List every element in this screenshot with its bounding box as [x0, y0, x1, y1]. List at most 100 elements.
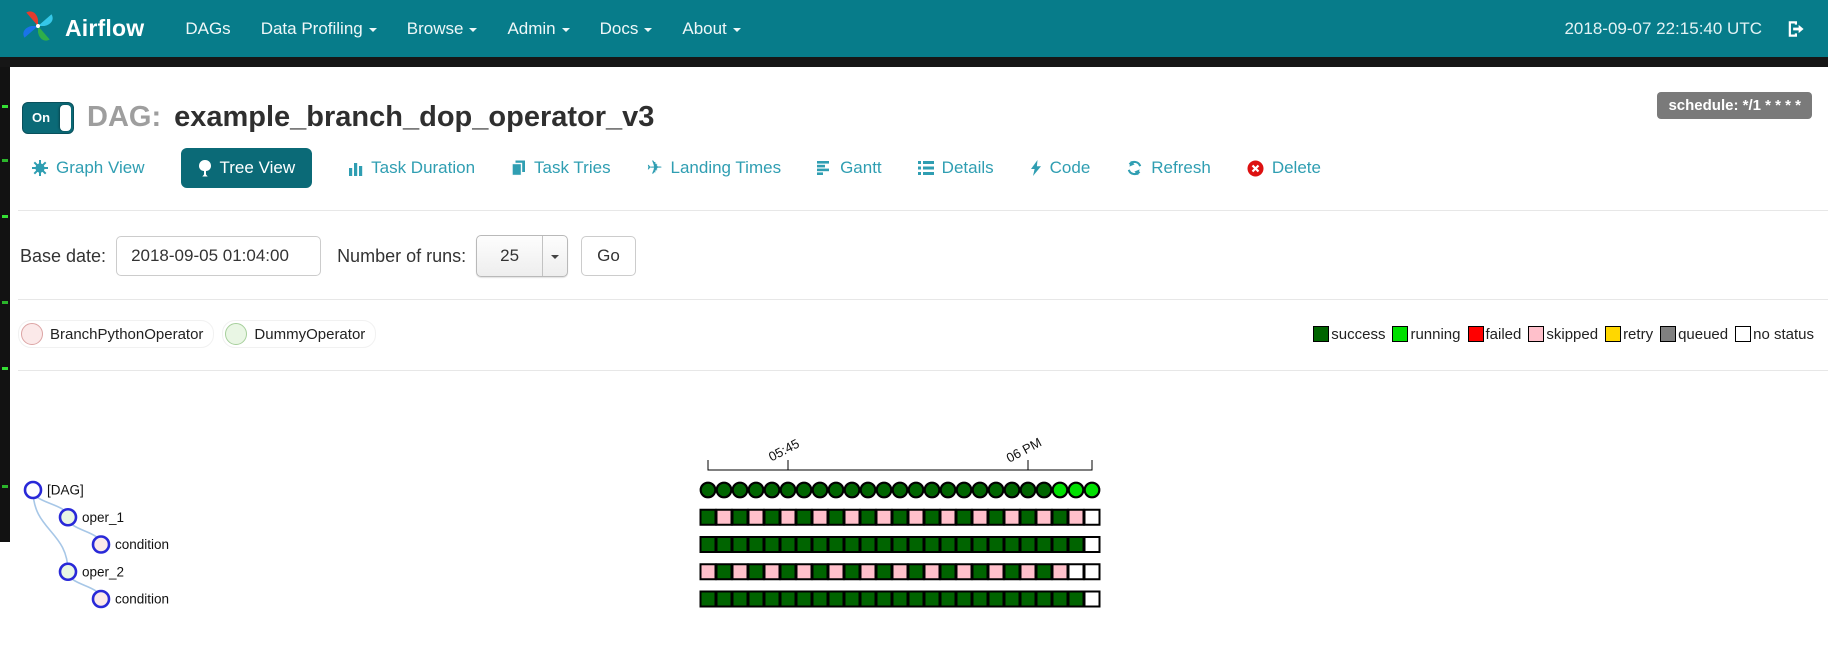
- nav-item-admin[interactable]: Admin: [492, 19, 584, 39]
- task-instance-square[interactable]: [1019, 590, 1037, 608]
- task-instance-square[interactable]: [939, 536, 957, 553]
- task-instance-square[interactable]: [907, 563, 925, 581]
- dag-run-circle[interactable]: [971, 481, 989, 499]
- nav-item-dags[interactable]: DAGs: [170, 19, 245, 39]
- task-instance-square[interactable]: [811, 590, 829, 608]
- dag-run-circle[interactable]: [795, 481, 813, 499]
- task-instance-square[interactable]: [875, 508, 893, 526]
- nav-item-browse[interactable]: Browse: [392, 19, 493, 39]
- logout-icon[interactable]: [1786, 18, 1808, 40]
- task-instance-square[interactable]: [923, 563, 941, 581]
- task-instance-square[interactable]: [907, 508, 925, 526]
- task-instance-square[interactable]: [731, 536, 749, 553]
- dag-run-circle[interactable]: [859, 481, 877, 499]
- task-instance-square[interactable]: [939, 590, 957, 608]
- dag-run-circle[interactable]: [763, 481, 781, 499]
- task-instance-square[interactable]: [907, 536, 925, 553]
- task-instance-square[interactable]: [891, 536, 909, 553]
- task-instance-square[interactable]: [1003, 590, 1021, 608]
- task-instance-square[interactable]: [1051, 508, 1069, 526]
- task-instance-square[interactable]: [1067, 536, 1085, 553]
- task-instance-square[interactable]: [1051, 590, 1069, 608]
- task-instance-square[interactable]: [971, 590, 989, 608]
- task-instance-square[interactable]: [715, 536, 733, 553]
- task-instance-square[interactable]: [747, 508, 765, 526]
- task-instance-square[interactable]: [923, 508, 941, 526]
- go-button[interactable]: Go: [581, 236, 636, 276]
- task-instance-square[interactable]: [907, 590, 925, 608]
- dag-run-circle[interactable]: [923, 481, 941, 499]
- task-instance-square[interactable]: [1019, 536, 1037, 553]
- task-instance-square[interactable]: [1035, 590, 1053, 608]
- tab-refresh[interactable]: Refresh: [1126, 148, 1211, 188]
- tab-delete[interactable]: Delete: [1247, 148, 1321, 188]
- tree-node-circle-oper_2[interactable]: [58, 562, 78, 582]
- tree-node-circle-condition[interactable]: [91, 535, 111, 554]
- task-instance-square[interactable]: [1067, 590, 1085, 608]
- task-instance-square[interactable]: [731, 590, 749, 608]
- task-instance-square[interactable]: [811, 508, 829, 526]
- task-instance-square[interactable]: [923, 536, 941, 553]
- task-instance-square[interactable]: [1083, 508, 1101, 526]
- task-instance-square[interactable]: [1051, 563, 1069, 581]
- task-instance-square[interactable]: [875, 536, 893, 553]
- task-instance-square[interactable]: [987, 563, 1005, 581]
- task-instance-square[interactable]: [891, 508, 909, 526]
- tab-landing-times[interactable]: ✈ Landing Times: [647, 148, 782, 188]
- task-instance-square[interactable]: [891, 563, 909, 581]
- task-instance-square[interactable]: [715, 590, 733, 608]
- dag-run-circle[interactable]: [731, 481, 749, 499]
- task-instance-square[interactable]: [811, 563, 829, 581]
- tree-node-circle-dag[interactable]: [23, 480, 43, 500]
- task-instance-square[interactable]: [1035, 508, 1053, 526]
- dag-run-circle[interactable]: [1019, 481, 1037, 499]
- task-instance-square[interactable]: [971, 563, 989, 581]
- num-runs-select[interactable]: 25: [476, 235, 569, 277]
- task-instance-square[interactable]: [1083, 590, 1101, 608]
- dag-run-circle[interactable]: [699, 481, 717, 499]
- task-instance-square[interactable]: [1019, 563, 1037, 581]
- task-instance-square[interactable]: [859, 536, 877, 553]
- dag-run-circle[interactable]: [1083, 481, 1101, 499]
- task-instance-square[interactable]: [747, 536, 765, 553]
- task-instance-square[interactable]: [875, 590, 893, 608]
- dag-run-circle[interactable]: [715, 481, 733, 499]
- task-instance-square[interactable]: [987, 590, 1005, 608]
- task-instance-square[interactable]: [859, 508, 877, 526]
- task-instance-square[interactable]: [955, 508, 973, 526]
- task-instance-square[interactable]: [827, 590, 845, 608]
- tab-task-tries[interactable]: Task Tries: [511, 148, 611, 188]
- tab-gantt[interactable]: Gantt: [817, 148, 882, 188]
- dag-run-circle[interactable]: [1035, 481, 1053, 499]
- dag-run-circle[interactable]: [1067, 481, 1085, 499]
- task-instance-square[interactable]: [1035, 536, 1053, 553]
- task-instance-square[interactable]: [827, 536, 845, 553]
- task-instance-square[interactable]: [747, 590, 765, 608]
- tree-node-circle-oper_1[interactable]: [58, 507, 78, 527]
- task-instance-square[interactable]: [971, 508, 989, 526]
- dag-run-circle[interactable]: [843, 481, 861, 499]
- task-instance-square[interactable]: [1083, 536, 1101, 553]
- task-instance-square[interactable]: [763, 563, 781, 581]
- task-instance-square[interactable]: [987, 536, 1005, 553]
- nav-item-data-profiling[interactable]: Data Profiling: [246, 19, 392, 39]
- task-instance-square[interactable]: [971, 536, 989, 553]
- task-instance-square[interactable]: [1083, 563, 1101, 581]
- task-instance-square[interactable]: [843, 508, 861, 526]
- task-instance-square[interactable]: [699, 536, 717, 553]
- task-instance-square[interactable]: [779, 590, 797, 608]
- task-instance-square[interactable]: [763, 590, 781, 608]
- dag-run-circle[interactable]: [779, 481, 797, 499]
- dag-on-off-toggle[interactable]: On: [22, 101, 74, 134]
- task-instance-square[interactable]: [1051, 536, 1069, 553]
- dag-run-circle[interactable]: [1051, 481, 1069, 499]
- nav-item-about[interactable]: About: [667, 19, 755, 39]
- task-instance-square[interactable]: [939, 508, 957, 526]
- dag-run-circle[interactable]: [955, 481, 973, 499]
- dag-run-circle[interactable]: [891, 481, 909, 499]
- tab-tree-view[interactable]: Tree View: [180, 148, 313, 188]
- task-instance-square[interactable]: [1003, 563, 1021, 581]
- tab-code[interactable]: Code: [1030, 148, 1090, 188]
- task-instance-square[interactable]: [699, 590, 717, 608]
- task-instance-square[interactable]: [955, 590, 973, 608]
